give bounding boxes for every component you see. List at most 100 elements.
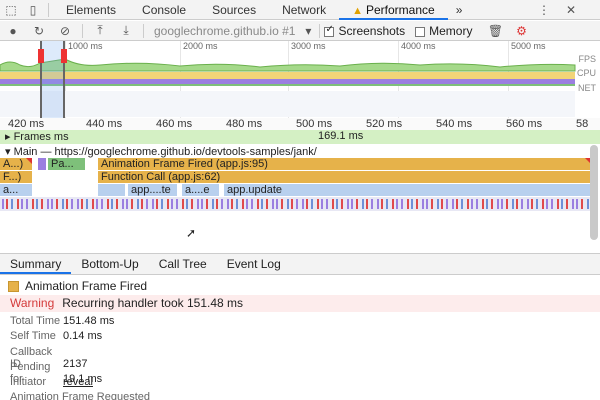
recalc-stripe xyxy=(521,199,523,209)
flame-block[interactable]: app....te xyxy=(128,184,178,196)
recalc-stripe xyxy=(422,199,424,209)
selection-handle-left[interactable] xyxy=(38,49,44,63)
recalc-stripe xyxy=(21,199,23,209)
row-key: Self Time xyxy=(10,330,56,342)
selection-handle-right[interactable] xyxy=(61,49,67,63)
recalc-stripe xyxy=(287,199,289,209)
recalc-stripe xyxy=(56,199,58,209)
recalc-stripe xyxy=(366,199,368,209)
chevron-down-icon[interactable]: ▾ xyxy=(301,21,315,41)
recalc-stripe xyxy=(452,199,454,209)
flame-block[interactable]: F...) xyxy=(0,171,33,183)
recalc-stripe xyxy=(26,199,28,209)
profile-select[interactable]: googlechrome.github.io #1 xyxy=(148,24,301,38)
recalc-stripe xyxy=(141,199,143,209)
recalc-stripe xyxy=(51,199,53,209)
ruler-tick: 520 ms xyxy=(366,118,403,130)
recalc-stripe xyxy=(107,199,109,209)
recalc-stripe xyxy=(407,199,409,209)
memory-checkbox[interactable] xyxy=(415,26,426,37)
recalc-stripe xyxy=(197,199,199,209)
more-tabs-button[interactable]: » xyxy=(448,3,471,17)
recalc-stripe xyxy=(186,199,188,209)
close-icon[interactable]: ✕ xyxy=(566,0,576,20)
divider xyxy=(319,23,321,38)
memory-toggle[interactable]: Memory xyxy=(415,24,472,38)
long-task-marker xyxy=(26,158,32,164)
recalc-stripe xyxy=(311,199,313,209)
main-track-header[interactable]: ▾ Main — https://googlechrome.github.io/… xyxy=(0,145,600,158)
device-toolbar-icon[interactable]: ▯ xyxy=(22,0,44,20)
load-profile-icon[interactable]: ⤒ xyxy=(87,21,113,41)
flame-block-label: Function Call (app.js:62) xyxy=(101,171,221,183)
vertical-scrollbar[interactable] xyxy=(590,145,598,240)
tab-call-tree[interactable]: Call Tree xyxy=(149,254,217,274)
recalc-stripe xyxy=(191,199,193,209)
recalc-stripe xyxy=(512,199,514,209)
clear-icon[interactable]: ⊘ xyxy=(52,21,78,41)
recalc-stripe xyxy=(486,199,488,209)
flame-block[interactable]: Pa... xyxy=(48,158,86,170)
main-track-expand[interactable]: ▾ Main — https://googlechrome.github.io/… xyxy=(5,145,317,158)
recalc-stripe xyxy=(497,199,499,209)
trash-icon[interactable]: 🗑 xyxy=(482,21,508,41)
layout-stripes[interactable] xyxy=(0,197,600,211)
timeline-overview[interactable]: 1000 ms 2000 ms 3000 ms 4000 ms 5000 ms … xyxy=(0,41,600,118)
tab-elements[interactable]: Elements xyxy=(53,0,129,20)
flame-block[interactable]: a... xyxy=(0,184,33,196)
flame-block[interactable] xyxy=(98,184,126,196)
more-options-icon[interactable]: ⋮ xyxy=(538,0,550,20)
recalc-stripe xyxy=(281,199,283,209)
app-update-block[interactable]: app.update xyxy=(224,184,592,196)
tab-performance[interactable]: ▲ Performance xyxy=(339,0,448,20)
recalc-stripe xyxy=(156,199,158,209)
function-call-block[interactable]: Function Call (app.js:62) xyxy=(98,171,592,183)
flame-block-label: F...) xyxy=(3,171,22,183)
animation-frame-fired-block[interactable]: Animation Frame Fired (app.js:95) xyxy=(98,158,592,170)
frame-duration: 169.1 ms xyxy=(318,130,364,142)
recalc-stripe xyxy=(381,199,383,209)
fps-graph xyxy=(0,58,576,72)
recalc-stripe xyxy=(467,199,469,209)
tab-event-log[interactable]: Event Log xyxy=(217,254,291,274)
recalc-stripe xyxy=(201,199,203,209)
frames-track-label[interactable]: ▸ Frames ms xyxy=(5,130,69,143)
summary-row-initiator: Initiator reveal xyxy=(10,376,93,388)
flame-block-label: a... xyxy=(3,184,19,196)
inspect-element-icon[interactable]: ⬚ xyxy=(0,0,22,20)
tab-bottom-up[interactable]: Bottom-Up xyxy=(71,254,148,274)
flame-block-label: A...) xyxy=(3,158,24,170)
recalc-stripe xyxy=(246,199,248,209)
fps-label: FPS xyxy=(578,54,596,64)
recalc-stripe xyxy=(257,199,259,209)
settings-gear-icon[interactable]: ⚙ xyxy=(508,21,534,41)
record-icon[interactable]: ● xyxy=(0,21,26,41)
flame-block-label: a....e xyxy=(185,184,210,196)
recalc-stripe xyxy=(516,199,518,209)
flame-block[interactable]: A...) xyxy=(0,158,33,170)
recalc-stripe xyxy=(86,199,88,209)
screenshots-checkbox[interactable] xyxy=(324,24,335,37)
tab-summary[interactable]: Summary xyxy=(0,254,72,274)
save-profile-icon[interactable]: ⤓ xyxy=(113,21,139,41)
flame-block[interactable] xyxy=(38,158,47,170)
tab-network[interactable]: Network xyxy=(269,0,339,20)
overview-selection[interactable] xyxy=(38,41,67,118)
ruler-tick: 460 ms xyxy=(156,118,193,130)
recalc-stripe xyxy=(276,199,278,209)
recalc-stripe xyxy=(377,199,379,209)
frames-track[interactable]: ▸ Frames ms 169.1 ms xyxy=(0,130,600,144)
row-key: Initiator xyxy=(10,376,47,388)
tab-sources[interactable]: Sources xyxy=(199,0,269,20)
reload-icon[interactable]: ↻ xyxy=(26,21,52,41)
recalc-stripe xyxy=(171,199,173,209)
main-track-label: Main — https://googlechrome.github.io/de… xyxy=(13,146,317,158)
recalc-stripe xyxy=(242,199,244,209)
recalc-stripe xyxy=(321,199,323,209)
tab-console[interactable]: Console xyxy=(129,0,199,20)
recalc-stripe xyxy=(416,199,418,209)
screenshots-toggle[interactable]: Screenshots xyxy=(324,24,405,38)
flame-block[interactable]: a....e xyxy=(182,184,220,196)
initiator-link[interactable]: reveal xyxy=(63,376,93,388)
recalc-stripe xyxy=(371,199,373,209)
